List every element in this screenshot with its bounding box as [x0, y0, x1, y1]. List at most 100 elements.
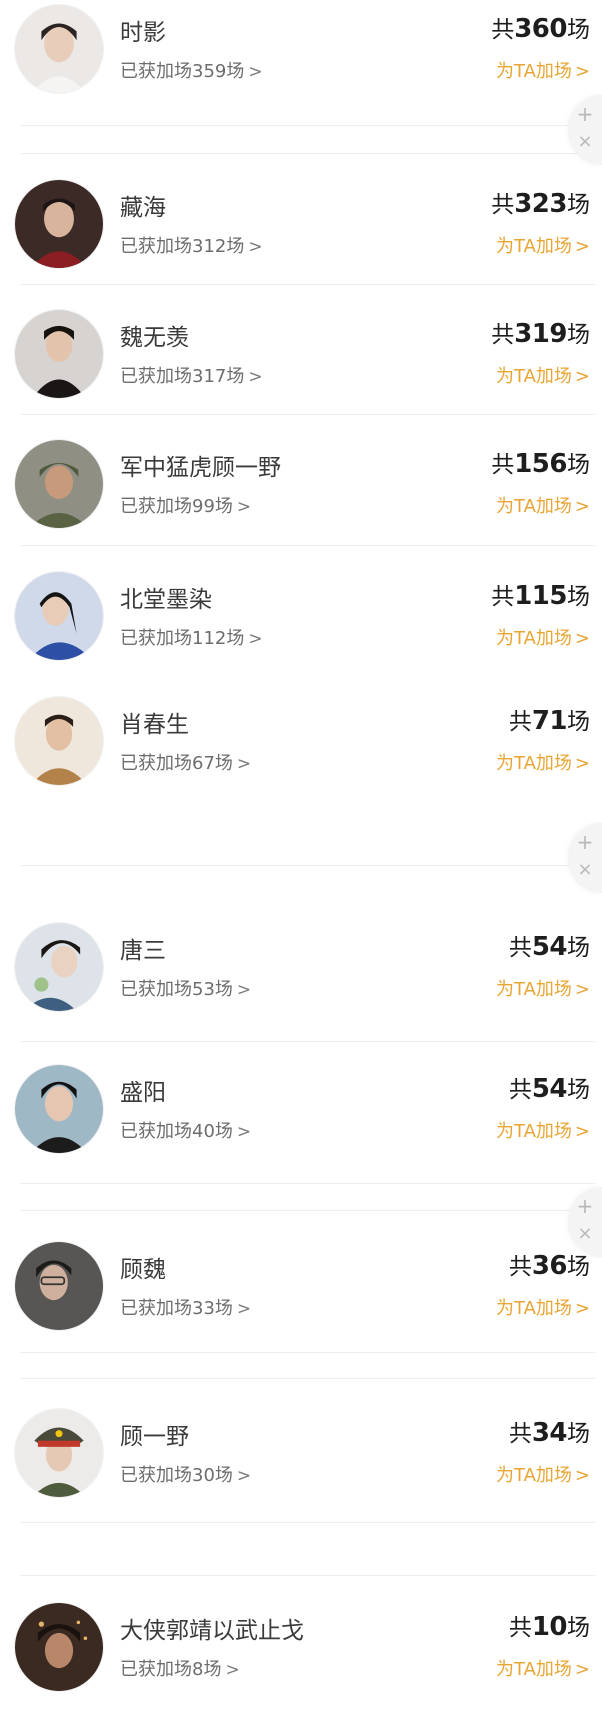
chevron-right-icon: > — [574, 1298, 590, 1319]
chevron-right-icon: > — [574, 979, 590, 1000]
total-shows: 共54场 — [508, 932, 590, 962]
avatar[interactable] — [15, 1065, 103, 1153]
list-item[interactable]: 时影 已获加场359场 > 共360场 为TA加场 > — [0, 0, 602, 100]
total-shows: 共10场 — [508, 1612, 590, 1642]
divider — [20, 153, 595, 154]
avatar[interactable] — [15, 1603, 103, 1691]
chevron-right-icon: > — [225, 1660, 240, 1680]
total-shows: 共54场 — [508, 1074, 590, 1104]
divider — [20, 865, 595, 866]
plus-icon[interactable]: + — [568, 97, 602, 131]
character-name: 时影 — [120, 20, 166, 46]
close-icon[interactable]: × — [568, 1223, 602, 1245]
chevron-right-icon: > — [236, 1299, 252, 1319]
chevron-right-icon: > — [574, 1121, 590, 1142]
close-icon[interactable]: × — [568, 859, 602, 881]
earned-shows-link[interactable]: 已获加场67场 > — [120, 749, 251, 775]
chevron-right-icon: > — [248, 629, 263, 649]
boost-button[interactable]: 为TA加场 > — [496, 57, 590, 83]
boost-button[interactable]: 为TA加场 > — [496, 1461, 590, 1487]
chevron-right-icon: > — [574, 61, 590, 82]
floating-widget[interactable]: + × — [568, 95, 602, 165]
boost-button[interactable]: 为TA加场 > — [496, 624, 590, 650]
list-item[interactable]: 肖春生 已获加场67场 > 共71场 为TA加场 > — [0, 692, 602, 792]
earned-shows-link[interactable]: 已获加场8场 > — [120, 1655, 240, 1681]
character-name: 唐三 — [120, 938, 166, 964]
list-item[interactable]: 大侠郭靖以武止戈 已获加场8场 > 共10场 为TA加场 > — [0, 1598, 602, 1698]
list-item[interactable]: 顾一野 已获加场30场 > 共34场 为TA加场 > — [0, 1404, 602, 1504]
earned-shows-link[interactable]: 已获加场30场 > — [120, 1461, 251, 1487]
chevron-right-icon: > — [248, 62, 263, 82]
floating-widget[interactable]: + × — [568, 823, 602, 893]
character-name: 藏海 — [120, 195, 166, 221]
boost-button[interactable]: 为TA加场 > — [496, 1655, 590, 1681]
boost-button[interactable]: 为TA加场 > — [496, 1117, 590, 1143]
boost-button[interactable]: 为TA加场 > — [496, 492, 590, 518]
divider — [20, 545, 595, 546]
boost-button[interactable]: 为TA加场 > — [496, 362, 590, 388]
chevron-right-icon: > — [574, 1659, 590, 1680]
list-item[interactable]: 北堂墨染 已获加场112场 > 共115场 为TA加场 > — [0, 567, 602, 667]
list-item[interactable]: 军中猛虎顾一野 已获加场99场 > 共156场 为TA加场 > — [0, 435, 602, 535]
total-shows: 共36场 — [508, 1251, 590, 1281]
avatar[interactable] — [15, 310, 103, 398]
earned-shows-link[interactable]: 已获加场40场 > — [120, 1117, 251, 1143]
earned-shows-link[interactable]: 已获加场112场 > — [120, 624, 263, 650]
divider — [20, 1183, 595, 1184]
avatar[interactable] — [15, 572, 103, 660]
boost-button[interactable]: 为TA加场 > — [496, 1294, 590, 1320]
avatar[interactable] — [15, 180, 103, 268]
avatar[interactable] — [15, 1409, 103, 1497]
earned-shows-link[interactable]: 已获加场53场 > — [120, 975, 251, 1001]
chevron-right-icon: > — [574, 236, 590, 257]
earned-shows-link[interactable]: 已获加场359场 > — [120, 57, 263, 83]
list-item[interactable]: 藏海 已获加场312场 > 共323场 为TA加场 > — [0, 175, 602, 275]
total-shows: 共34场 — [508, 1418, 590, 1448]
character-name: 大侠郭靖以武止戈 — [120, 1618, 304, 1644]
chevron-right-icon: > — [574, 628, 590, 649]
total-shows: 共323场 — [491, 189, 590, 219]
earned-shows-link[interactable]: 已获加场317场 > — [120, 362, 263, 388]
chevron-right-icon: > — [236, 754, 252, 774]
plus-icon[interactable]: + — [568, 825, 602, 859]
earned-shows-link[interactable]: 已获加场33场 > — [120, 1294, 251, 1320]
character-name: 盛阳 — [120, 1080, 166, 1106]
avatar[interactable] — [15, 1242, 103, 1330]
character-name: 顾魏 — [120, 1257, 166, 1283]
divider — [20, 1041, 595, 1042]
character-name: 魏无羡 — [120, 325, 189, 351]
chevron-right-icon: > — [248, 367, 263, 387]
divider — [20, 1575, 595, 1576]
avatar[interactable] — [15, 5, 103, 93]
list-item[interactable]: 唐三 已获加场53场 > 共54场 为TA加场 > — [0, 918, 602, 1018]
chevron-right-icon: > — [236, 1466, 252, 1486]
chevron-right-icon: > — [248, 237, 263, 257]
earned-shows-link[interactable]: 已获加场99场 > — [120, 492, 251, 518]
total-shows: 共156场 — [491, 449, 590, 479]
divider — [20, 414, 595, 415]
list-item[interactable]: 魏无羡 已获加场317场 > 共319场 为TA加场 > — [0, 305, 602, 405]
total-shows: 共319场 — [491, 319, 590, 349]
boost-button[interactable]: 为TA加场 > — [496, 975, 590, 1001]
chevron-right-icon: > — [236, 497, 252, 517]
plus-icon[interactable]: + — [568, 1189, 602, 1223]
total-shows: 共115场 — [491, 581, 590, 611]
divider — [20, 1210, 595, 1211]
character-name: 肖春生 — [120, 712, 189, 738]
character-name: 军中猛虎顾一野 — [120, 455, 281, 481]
total-shows: 共71场 — [508, 706, 590, 736]
avatar[interactable] — [15, 440, 103, 528]
avatar[interactable] — [15, 697, 103, 785]
divider — [20, 1522, 595, 1523]
close-icon[interactable]: × — [568, 131, 602, 153]
list-item[interactable]: 盛阳 已获加场40场 > 共54场 为TA加场 > — [0, 1060, 602, 1160]
character-name: 北堂墨染 — [120, 587, 212, 613]
chevron-right-icon: > — [574, 1465, 590, 1486]
boost-button[interactable]: 为TA加场 > — [496, 232, 590, 258]
list-item[interactable]: 顾魏 已获加场33场 > 共36场 为TA加场 > — [0, 1237, 602, 1337]
boost-button[interactable]: 为TA加场 > — [496, 749, 590, 775]
chevron-right-icon: > — [574, 366, 590, 387]
avatar[interactable] — [15, 923, 103, 1011]
chevron-right-icon: > — [574, 753, 590, 774]
earned-shows-link[interactable]: 已获加场312场 > — [120, 232, 263, 258]
